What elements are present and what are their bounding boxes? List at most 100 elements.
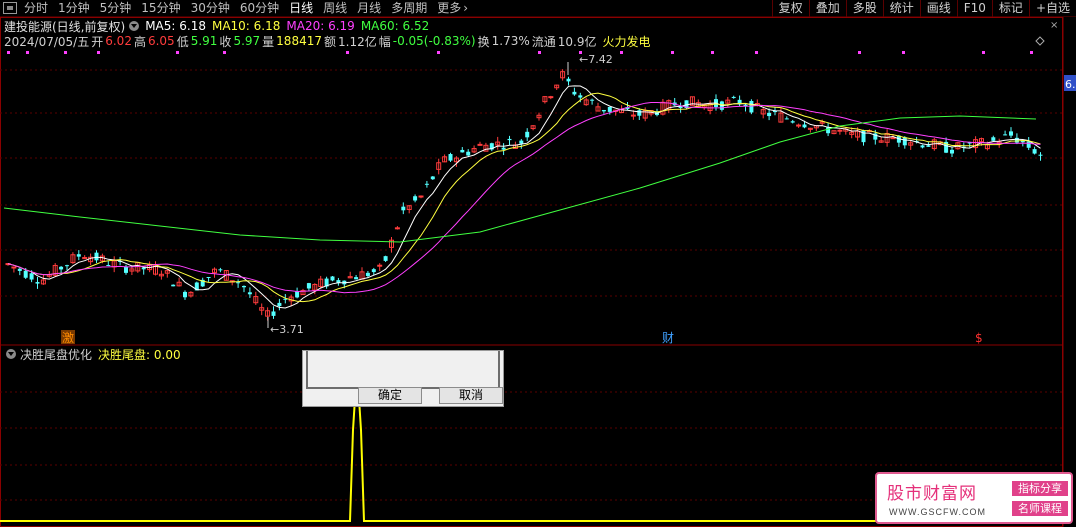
tab-15min[interactable]: 15分钟 bbox=[136, 0, 185, 16]
watermark-title: 股市财富网 bbox=[887, 484, 977, 504]
indicator-title: 决胜尾盘优化 决胜尾盘: 0.00 bbox=[4, 346, 181, 363]
event-marker[interactable]: 激 bbox=[62, 331, 74, 345]
candle-body bbox=[802, 124, 807, 128]
tab-60min[interactable]: 60分钟 bbox=[235, 0, 284, 16]
close-value: 5.97 bbox=[233, 34, 261, 48]
window-icon[interactable] bbox=[3, 2, 17, 14]
candle-body bbox=[784, 118, 789, 120]
tab-multi-period[interactable]: 多周期 bbox=[386, 0, 432, 16]
candle-body bbox=[218, 269, 223, 271]
candle-body bbox=[11, 266, 17, 269]
candle-body bbox=[183, 291, 187, 298]
candle-body bbox=[271, 311, 276, 316]
candle-body bbox=[247, 292, 252, 295]
tab-fenshi[interactable]: 分时 bbox=[19, 0, 53, 16]
candle-body bbox=[401, 206, 406, 211]
diamond-icon[interactable] bbox=[1035, 36, 1045, 46]
f10-button[interactable]: F10 bbox=[956, 0, 992, 17]
open-label: 开 bbox=[91, 34, 104, 49]
candle-body bbox=[330, 276, 335, 281]
candle-body bbox=[601, 109, 606, 112]
ok-button[interactable]: 确定 bbox=[358, 387, 422, 404]
candle-body bbox=[477, 143, 483, 146]
tab-weekly[interactable]: 周线 bbox=[318, 0, 352, 16]
candle-body bbox=[29, 273, 34, 280]
cancel-button[interactable]: 取消 bbox=[439, 387, 503, 404]
signal-dot bbox=[538, 51, 541, 54]
watermark-logo: 股市财富网 WWW.GSCFW.COM 指标分享 名师课程 bbox=[875, 472, 1073, 524]
kline-chart[interactable]: ←7.42 ←3.71 6. 激 财 $ × bbox=[0, 17, 1076, 527]
candle-body bbox=[749, 100, 754, 113]
turnover-value: 1.73% bbox=[491, 34, 530, 48]
tab-daily[interactable]: 日线 bbox=[284, 0, 318, 16]
candle-body bbox=[124, 266, 128, 273]
candle-body bbox=[950, 149, 954, 154]
volume-value: 188417 bbox=[276, 34, 322, 48]
tab-30min[interactable]: 30分钟 bbox=[186, 0, 235, 16]
signal-dot bbox=[26, 51, 29, 54]
signal-dot bbox=[902, 51, 905, 54]
mark-button[interactable]: 标记 bbox=[991, 0, 1029, 17]
tab-more[interactable]: 更多 › bbox=[432, 0, 470, 16]
candle-body bbox=[578, 95, 583, 98]
multi-stock-button[interactable]: 多股 bbox=[845, 0, 883, 17]
event-marker[interactable]: 财 bbox=[662, 331, 674, 345]
candle-body bbox=[76, 254, 81, 257]
float-label: 流通 bbox=[531, 34, 556, 49]
candle-body bbox=[837, 129, 843, 132]
candle-body bbox=[94, 252, 99, 261]
candle-body bbox=[236, 282, 241, 284]
volume-label: 量 bbox=[262, 34, 275, 49]
draw-line-button[interactable]: 画线 bbox=[919, 0, 957, 17]
signal-dot bbox=[620, 51, 623, 54]
candle-body bbox=[902, 137, 907, 146]
candle-body bbox=[507, 138, 512, 141]
candle-body bbox=[171, 284, 176, 287]
restore-rights-button[interactable]: 复权 bbox=[771, 0, 809, 17]
add-watchlist-button[interactable]: +自选 bbox=[1028, 0, 1076, 17]
candle-body bbox=[413, 196, 418, 201]
statistics-button[interactable]: 统计 bbox=[882, 0, 920, 17]
watermark-url: WWW.GSCFW.COM bbox=[889, 507, 986, 517]
indicator-name[interactable]: 决胜尾盘优化 bbox=[20, 346, 92, 363]
tab-more-label: 更多 bbox=[437, 1, 462, 15]
change-value: -0.05(-0.83%) bbox=[392, 34, 476, 48]
indicator-settings-icon[interactable] bbox=[6, 349, 16, 359]
candle-body bbox=[1026, 141, 1031, 148]
candle-body bbox=[383, 256, 388, 261]
tab-5min[interactable]: 5分钟 bbox=[95, 0, 137, 16]
amount-value: 1.12亿 bbox=[338, 34, 377, 49]
overlay-button[interactable]: 叠加 bbox=[808, 0, 846, 17]
candle-body bbox=[991, 137, 996, 141]
candle-body bbox=[295, 291, 300, 298]
change-label: 幅 bbox=[378, 34, 391, 49]
close-icon[interactable]: × bbox=[1050, 20, 1058, 31]
candle-body bbox=[59, 266, 64, 270]
signal-dot bbox=[1030, 51, 1033, 54]
price-scale-text: 6. bbox=[1065, 78, 1076, 91]
sector-tag[interactable]: 火力发电 bbox=[603, 33, 651, 50]
candle-body bbox=[65, 265, 69, 267]
signal-dot bbox=[346, 51, 349, 54]
signal-dot bbox=[223, 51, 226, 54]
watermark-tag-share: 指标分享 bbox=[1012, 481, 1068, 496]
period-tabs: 分时 1分钟 5分钟 15分钟 30分钟 60分钟 日线 周线 月线 多周期 更… bbox=[0, 0, 470, 17]
stock-info-line: 建投能源(日线,前复权) MA5: 6.18 MA10: 6.18 MA20: … bbox=[4, 19, 435, 34]
signal-dot bbox=[711, 51, 714, 54]
candle-body bbox=[826, 127, 831, 134]
candle-body bbox=[920, 145, 925, 148]
tab-monthly[interactable]: 月线 bbox=[352, 0, 386, 16]
candle-body bbox=[767, 112, 772, 117]
settings-gear-icon[interactable] bbox=[129, 21, 140, 31]
signal-dot bbox=[176, 51, 179, 54]
candle-body bbox=[890, 137, 896, 140]
dialog-inner-frame bbox=[306, 351, 500, 389]
candle-body bbox=[141, 267, 146, 270]
candle-body bbox=[371, 269, 376, 273]
amount-label: 额 bbox=[323, 34, 336, 49]
low-value: 5.91 bbox=[190, 34, 218, 48]
candle-body bbox=[377, 264, 383, 267]
event-marker[interactable]: $ bbox=[975, 331, 983, 345]
tab-1min[interactable]: 1分钟 bbox=[53, 0, 95, 16]
dialog-remnant: 确定 取消 bbox=[302, 350, 504, 407]
